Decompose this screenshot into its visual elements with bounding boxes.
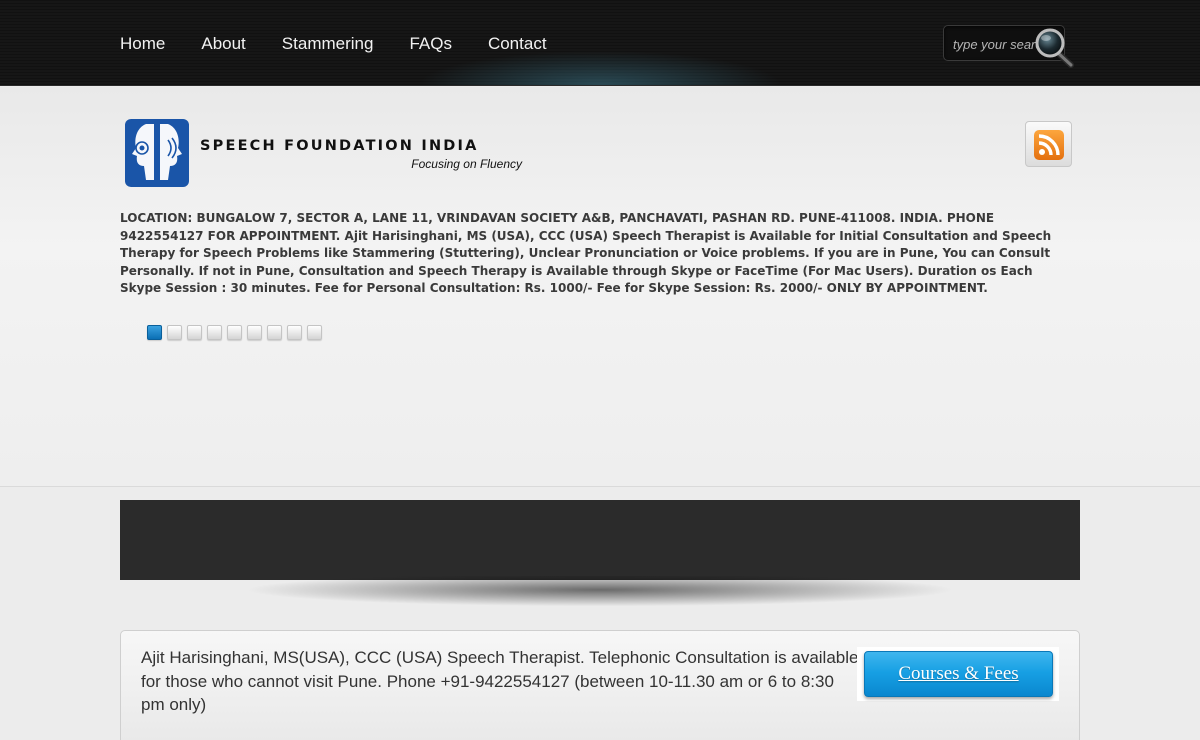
slider-dot[interactable] — [207, 325, 222, 340]
nav-stammering-link[interactable]: Stammering — [282, 34, 374, 54]
rss-icon — [1034, 130, 1064, 160]
location-description: LOCATION: BUNGALOW 7, SECTOR A, LANE 11,… — [120, 211, 1052, 295]
banner-shadow — [135, 576, 1065, 622]
slider-dot[interactable] — [147, 325, 162, 340]
rss-feed-button[interactable] — [1025, 121, 1072, 167]
courses-button-wrap: Courses & Fees — [857, 647, 1059, 701]
dark-banner — [120, 500, 1080, 580]
slider-dot[interactable] — [167, 325, 182, 340]
nav-home-link[interactable]: Home — [120, 34, 165, 54]
slider-dot[interactable] — [267, 325, 282, 340]
slider-dot[interactable] — [307, 325, 322, 340]
brand-title: SPEECH FOUNDATION INDIA — [200, 138, 479, 154]
top-nav-bar: Home About Stammering FAQs Contact — [0, 0, 1200, 86]
slider-dot[interactable] — [227, 325, 242, 340]
nav-faqs-link[interactable]: FAQs — [409, 34, 452, 54]
slider-pagination — [147, 325, 322, 340]
nav-about-link[interactable]: About — [201, 34, 245, 54]
courses-fees-button[interactable]: Courses & Fees — [864, 651, 1053, 697]
speech-faces-logo-icon[interactable] — [124, 118, 190, 188]
slider-dot[interactable] — [247, 325, 262, 340]
brand-tagline: Focusing on Fluency — [411, 157, 522, 171]
info-text: Ajit Harisinghani, MS(USA), CCC (USA) Sp… — [141, 648, 859, 714]
nav-contact-link[interactable]: Contact — [488, 34, 547, 54]
search-icon[interactable] — [1030, 25, 1076, 69]
slider-dot[interactable] — [187, 325, 202, 340]
main-nav: Home About Stammering FAQs Contact — [120, 34, 547, 54]
slider-dot[interactable] — [287, 325, 302, 340]
